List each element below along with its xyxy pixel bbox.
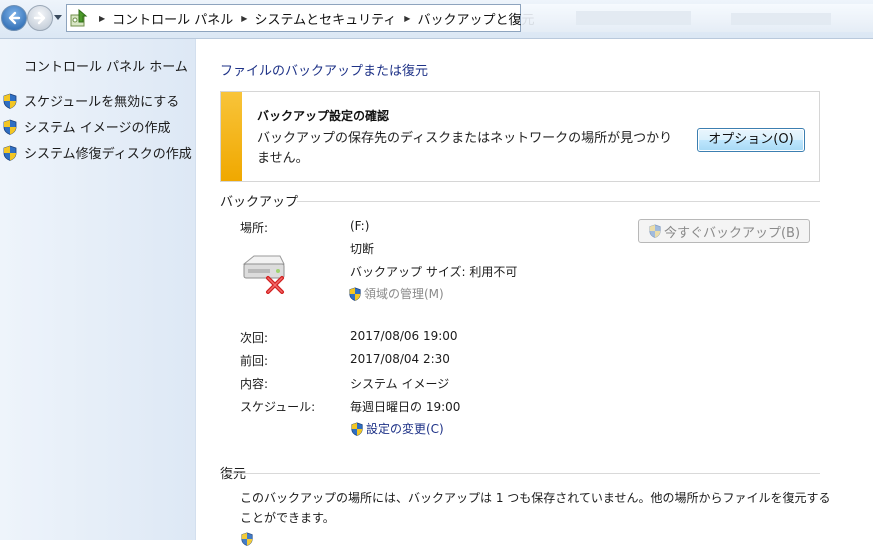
arrow-left-icon xyxy=(8,11,21,25)
contents-label: 内容: xyxy=(240,377,269,391)
last-backup-label: 前回: xyxy=(240,354,269,368)
address-toolbar: ▶ コントロール パネル ▶ システムとセキュリティ ▶ バックアップと復元 xyxy=(0,0,873,39)
location-value: (F:) xyxy=(350,219,370,233)
control-panel-icon xyxy=(69,7,91,29)
section-divider xyxy=(297,201,820,202)
section-divider xyxy=(220,473,820,474)
breadcrumb-separator-icon[interactable]: ▶ xyxy=(241,14,247,23)
drive-status: 切断 xyxy=(350,242,375,256)
manage-space-link: 領域の管理(M) xyxy=(348,285,444,302)
address-bar-extension xyxy=(521,4,873,32)
next-backup-label: 次回: xyxy=(240,331,269,345)
control-panel-home-link[interactable]: コントロール パネル ホーム xyxy=(24,56,188,75)
change-settings-link[interactable]: 設定の変更(C) xyxy=(350,420,444,437)
backup-section-heading: バックアップ xyxy=(220,195,299,210)
uac-shield-icon xyxy=(241,532,253,546)
breadcrumb-separator-icon[interactable]: ▶ xyxy=(404,14,410,23)
uac-shield-icon xyxy=(3,119,17,135)
uac-shield-icon xyxy=(349,287,361,301)
next-backup-value: 2017/08/06 19:00 xyxy=(350,329,458,343)
create-repair-disc-link[interactable]: システム修復ディスクの作成 xyxy=(2,143,192,162)
disconnected-drive-icon xyxy=(242,255,285,294)
manage-space-label: 領域の管理(M) xyxy=(364,287,444,301)
last-backup-value: 2017/08/04 2:30 xyxy=(350,352,450,366)
create-system-image-link[interactable]: システム イメージの作成 xyxy=(2,117,170,136)
breadcrumb-system-security[interactable]: システムとセキュリティ xyxy=(254,9,396,28)
location-label: 場所: xyxy=(240,221,269,235)
sidebar-link-label: スケジュールを無効にする xyxy=(24,95,180,110)
schedule-label: スケジュール: xyxy=(240,400,316,414)
uac-shield-icon xyxy=(3,93,17,109)
sidebar-link-label: システム修復ディスクの作成 xyxy=(24,147,192,162)
change-settings-label: 設定の変更(C) xyxy=(366,422,444,436)
breadcrumb-separator-icon[interactable]: ▶ xyxy=(99,14,105,23)
disable-schedule-link[interactable]: スケジュールを無効にする xyxy=(2,91,179,110)
backup-now-button: 今すぐバックアップ(B) xyxy=(638,219,810,243)
schedule-value: 毎週日曜日の 19:00 xyxy=(350,400,461,414)
main-content: ファイルのバックアップまたは復元 バックアップ設定の確認 バックアップの保存先の… xyxy=(196,39,873,546)
options-button[interactable]: オプション(O) xyxy=(697,128,805,152)
page-title: ファイルのバックアップまたは復元 xyxy=(220,64,429,79)
uac-shield-icon xyxy=(649,224,661,238)
uac-shield-icon xyxy=(351,422,363,436)
contents-value: システム イメージ xyxy=(350,377,450,391)
back-button[interactable] xyxy=(1,5,27,31)
notice-text: バックアップの保存先のディスクまたはネットワークの場所が見つかりません。 xyxy=(257,131,673,166)
warning-bar xyxy=(221,92,242,181)
restore-from-other-location-link[interactable] xyxy=(240,532,254,546)
uac-shield-icon xyxy=(3,145,17,161)
recent-pages-dropdown-icon[interactable] xyxy=(54,15,62,21)
sidebar-link-label: システム イメージの作成 xyxy=(24,121,171,136)
forward-button[interactable] xyxy=(27,5,53,31)
address-bar[interactable]: ▶ コントロール パネル ▶ システムとセキュリティ ▶ バックアップと復元 xyxy=(66,4,534,32)
breadcrumb-control-panel[interactable]: コントロール パネル xyxy=(112,9,233,28)
notice-title: バックアップ設定の確認 xyxy=(257,109,390,123)
breadcrumb-backup-restore[interactable]: バックアップと復元 xyxy=(417,9,534,28)
backup-settings-notice: バックアップ設定の確認 バックアップの保存先のディスクまたはネットワークの場所が… xyxy=(220,91,820,182)
backup-size: バックアップ サイズ: 利用不可 xyxy=(350,265,518,279)
left-navigation-pane: コントロール パネル ホーム スケジュールを無効にする システム イメージの作成… xyxy=(0,39,196,540)
backup-now-label: 今すぐバックアップ(B) xyxy=(663,225,801,241)
restore-description: このバックアップの場所には、バックアップは 1 つも保存されていません。他の場所… xyxy=(240,491,831,525)
arrow-right-icon xyxy=(33,11,46,25)
